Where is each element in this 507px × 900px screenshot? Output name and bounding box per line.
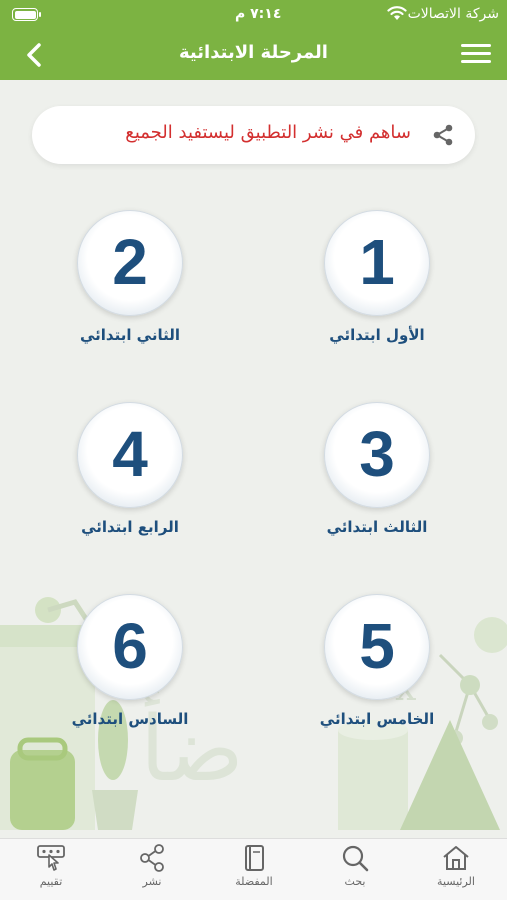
rate-icon <box>37 845 65 871</box>
search-icon <box>342 845 369 872</box>
grade-3-circle: 3 <box>324 402 430 508</box>
grade-4-circle: 4 <box>77 402 183 508</box>
grade-1-button[interactable]: 1 الأول ابتدائي <box>297 210 457 360</box>
nav-search[interactable]: بحث <box>315 843 395 888</box>
app-header: المرحلة الابتدائية <box>0 30 507 80</box>
share-banner-text: ساهم في نشر التطبيق ليستفيد الجميع <box>125 122 411 143</box>
nav-share[interactable]: نشر <box>112 843 192 888</box>
grade-1-label: الأول ابتدائي <box>329 326 425 344</box>
nav-favorites[interactable]: المفضلة <box>214 843 294 888</box>
nav-favorites-label: المفضلة <box>235 875 273 888</box>
battery-icon <box>12 8 41 21</box>
bottom-nav: الرئيسية بحث المفضلة نشر تقييم <box>0 838 507 900</box>
page-title: المرحلة الابتدائية <box>179 42 328 63</box>
grade-2-number: 2 <box>112 226 148 298</box>
nav-share-label: نشر <box>142 875 162 888</box>
grade-5-label: الخامس ابتدائي <box>319 710 435 728</box>
grade-6-label: السادس ابتدائي <box>71 710 189 728</box>
grade-2-button[interactable]: 2 الثاني ابتدائي <box>50 210 210 360</box>
book-icon <box>245 845 264 871</box>
home-icon <box>443 846 469 870</box>
nav-rate-label: تقييم <box>39 875 63 888</box>
grade-3-number: 3 <box>359 418 395 490</box>
grade-6-button[interactable]: 6 السادس ابتدائي <box>50 594 210 744</box>
carrier-name: شركة الاتصالات <box>407 6 499 22</box>
grade-2-circle: 2 <box>77 210 183 316</box>
grade-1-circle: 1 <box>324 210 430 316</box>
grade-6-circle: 6 <box>77 594 183 700</box>
nav-home-label: الرئيسية <box>437 875 475 888</box>
grade-4-number: 4 <box>112 418 148 490</box>
grade-4-label: الرابع ابتدائي <box>81 518 179 536</box>
nav-home[interactable]: الرئيسية <box>416 843 496 888</box>
grade-6-number: 6 <box>112 610 148 682</box>
grade-1-number: 1 <box>359 226 395 298</box>
grade-3-button[interactable]: 3 الثالث ابتدائي <box>297 402 457 552</box>
status-time: ٧:١٤ م <box>235 6 282 22</box>
grade-3-label: الثالث ابتدائي <box>326 518 428 536</box>
nav-search-label: بحث <box>344 875 366 888</box>
nav-rate[interactable]: تقييم <box>11 843 91 888</box>
share-banner[interactable]: ساهم في نشر التطبيق ليستفيد الجميع <box>32 106 475 164</box>
share-icon <box>433 124 453 146</box>
wifi-icon <box>387 6 407 20</box>
grade-5-circle: 5 <box>324 594 430 700</box>
grade-5-number: 5 <box>359 610 395 682</box>
grade-5-button[interactable]: 5 الخامس ابتدائي <box>297 594 457 744</box>
grade-2-label: الثاني ابتدائي <box>79 326 181 344</box>
grade-4-button[interactable]: 4 الرابع ابتدائي <box>50 402 210 552</box>
status-bar: ٧:١٤ م شركة الاتصالات <box>0 0 507 30</box>
hamburger-menu-icon[interactable] <box>461 44 491 66</box>
share-icon <box>140 844 164 872</box>
